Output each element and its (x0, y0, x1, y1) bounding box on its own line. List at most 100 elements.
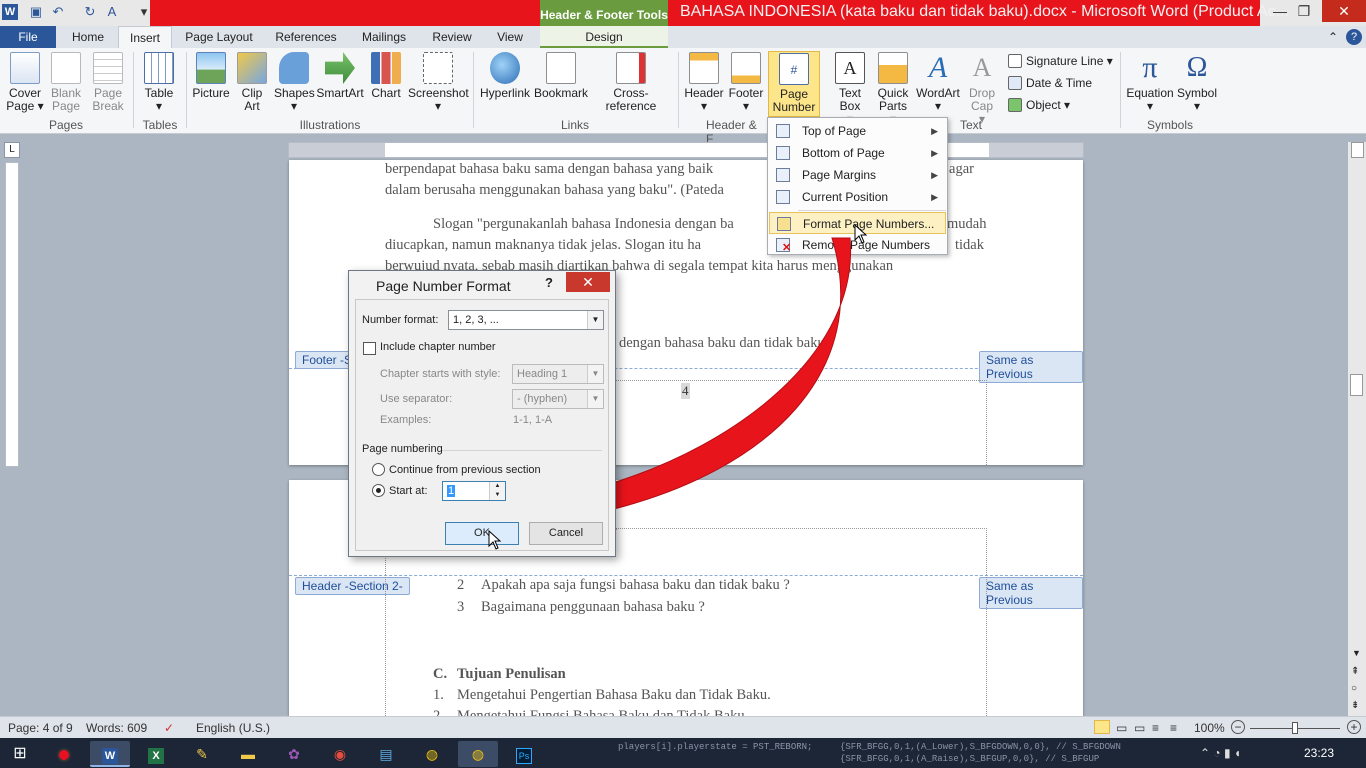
next-page-icon[interactable]: ⇟ (1351, 700, 1359, 711)
symbol-button[interactable]: Ω Symbol ▾ (1176, 52, 1218, 113)
tab-mailings[interactable]: Mailings (352, 26, 416, 48)
group-tables-label: Tables (142, 118, 178, 132)
vertical-scrollbar[interactable]: ▼ ⇞ ○ ⇟ (1348, 142, 1366, 716)
spin-arrows-icon[interactable]: ▲ ▼ (489, 482, 505, 500)
wordart-icon: A (928, 51, 948, 84)
tab-view[interactable]: View (488, 26, 532, 48)
dialog-close-button[interactable]: ✕ (566, 272, 610, 292)
customize-qat-icon[interactable]: ▾ (136, 4, 152, 20)
ok-button[interactable]: OK (445, 522, 519, 545)
number-format-select[interactable]: 1, 2, 3, ... ▼ (448, 310, 604, 330)
start-icon[interactable]: ⊞ (0, 741, 40, 767)
document-taskbar-icon[interactable]: ▤ (366, 741, 406, 767)
drop-cap-button[interactable]: A Drop Cap ▾ (964, 52, 1000, 126)
hyperlink-button[interactable]: Hyperlink (478, 52, 532, 100)
format-icon[interactable]: A (104, 4, 120, 20)
tab-design[interactable]: Design (540, 26, 668, 48)
cover-page-button[interactable]: Cover Page ▾ (6, 52, 44, 113)
scroll-down-arrow[interactable]: ▼ (1352, 648, 1361, 658)
blank-page-button[interactable]: Blank Page (48, 52, 84, 113)
bookmark-button[interactable]: Bookmark (534, 52, 588, 100)
tab-references[interactable]: References (268, 26, 344, 48)
page-number-button[interactable]: #Page Number ▾ (768, 51, 820, 127)
web-layout-view-icon[interactable]: ▭ (1134, 721, 1145, 735)
page-count[interactable]: Page: 4 of 9 (8, 721, 73, 735)
full-screen-view-icon[interactable]: ▭ (1116, 721, 1127, 735)
save-icon[interactable]: ▣ (28, 4, 44, 20)
tab-selector-button[interactable]: L (4, 142, 20, 158)
horizontal-ruler[interactable] (288, 142, 1084, 158)
chrome-taskbar-icon[interactable]: ◍ (412, 741, 452, 767)
table-button[interactable]: Table ▾ (140, 52, 178, 113)
scroll-thumb[interactable] (1350, 374, 1363, 396)
recorder-icon[interactable] (44, 741, 84, 767)
view-ruler-button[interactable] (1351, 142, 1364, 158)
tab-file[interactable]: File (0, 26, 56, 48)
redo-icon[interactable]: ↻ (82, 4, 98, 20)
menu-item-page-margins[interactable]: Page Margins ▶ (769, 164, 946, 186)
clock[interactable]: 23:23 (1304, 746, 1334, 760)
menu-item-current-position[interactable]: Current Position ▶ (769, 186, 946, 208)
include-chapter-checkbox[interactable] (363, 342, 376, 355)
excel-taskbar-icon[interactable]: X (136, 741, 176, 767)
zoom-out-icon[interactable]: − (1231, 720, 1245, 734)
picture-button[interactable]: Picture (192, 52, 230, 100)
word-count[interactable]: Words: 609 (86, 721, 147, 735)
chrome-active-taskbar-icon[interactable]: ◍ (458, 741, 498, 767)
quick-parts-button[interactable]: Quick Parts▾ (872, 52, 914, 126)
footer-button[interactable]: Footer ▾ (726, 52, 766, 113)
word-app-icon[interactable]: W (2, 4, 18, 20)
clip-art-button[interactable]: Clip Art (236, 52, 268, 113)
file-explorer-icon[interactable]: ▬ (228, 741, 268, 767)
equation-button[interactable]: π Equation ▾ (1124, 52, 1176, 113)
select-browse-object-icon[interactable]: ○ (1351, 683, 1357, 694)
signature-line-button[interactable]: Signature Line ▾ (1008, 54, 1113, 68)
cancel-button[interactable]: Cancel (529, 522, 603, 545)
header-button[interactable]: Header ▾ (684, 52, 724, 113)
screenshot-button[interactable]: Screenshot ▾ (408, 52, 469, 113)
object-button[interactable]: Object ▾ (1008, 98, 1070, 112)
start-at-input[interactable]: 1 ▲ ▼ (442, 481, 506, 501)
cross-reference-button[interactable]: Cross-reference (590, 52, 672, 113)
help-icon[interactable]: ? (1346, 29, 1362, 45)
previous-page-icon[interactable]: ⇞ (1351, 666, 1359, 677)
word-taskbar-icon[interactable]: W (90, 741, 130, 767)
help-button[interactable]: ? (545, 275, 553, 290)
tab-review[interactable]: Review (424, 26, 480, 48)
restore-button[interactable]: ❐ (1282, 0, 1326, 22)
wordart-button[interactable]: A WordArt ▾ (914, 52, 962, 113)
print-layout-view-icon[interactable] (1094, 720, 1110, 734)
media-taskbar-icon[interactable]: ◉ (320, 741, 360, 767)
paint-taskbar-icon[interactable]: ✿ (274, 741, 314, 767)
tray-icons[interactable]: ⌃ ◔ ▮ ◖ (1200, 746, 1241, 760)
zoom-in-icon[interactable]: + (1347, 720, 1361, 734)
minimize-ribbon-icon[interactable]: ⌃ (1326, 26, 1340, 48)
close-button[interactable]: ✕ (1322, 0, 1366, 22)
page-break-button[interactable]: Page Break (90, 52, 126, 113)
menu-item-label: Page Margins (802, 168, 877, 182)
draft-view-icon[interactable]: ≡ (1170, 721, 1177, 735)
smartart-button[interactable]: SmartArt (316, 52, 364, 100)
text-box-button[interactable]: AText Box▾ (830, 52, 870, 126)
outline-view-icon[interactable]: ≡ (1152, 721, 1159, 735)
date-time-button[interactable]: Date & Time (1008, 76, 1092, 90)
chapter-style-select[interactable]: Heading 1 ▼ (512, 364, 604, 384)
proofing-icon[interactable]: ✓ (164, 721, 174, 735)
zoom-slider-thumb[interactable] (1292, 722, 1298, 734)
chart-button[interactable]: Chart (368, 52, 404, 100)
language-indicator[interactable]: English (U.S.) (196, 721, 270, 735)
separator-select[interactable]: - (hyphen) ▼ (512, 389, 604, 409)
notes-taskbar-icon[interactable]: ✎ (182, 741, 222, 767)
tab-insert[interactable]: Insert (118, 26, 172, 49)
vertical-ruler[interactable] (5, 162, 19, 467)
shapes-button[interactable]: Shapes ▾ (274, 52, 315, 113)
start-at-radio[interactable] (372, 484, 385, 497)
continue-from-previous-radio[interactable] (372, 463, 385, 476)
menu-item-top-of-page[interactable]: Top of Page ▶ (769, 120, 946, 142)
tab-page-layout[interactable]: Page Layout (178, 26, 260, 48)
undo-icon[interactable]: ↶ (50, 4, 66, 20)
tab-home[interactable]: Home (62, 26, 114, 48)
photoshop-taskbar-icon[interactable]: Ps (504, 741, 544, 767)
menu-item-bottom-of-page[interactable]: Bottom of Page ▶ (769, 142, 946, 164)
zoom-level[interactable]: 100% (1194, 721, 1225, 735)
